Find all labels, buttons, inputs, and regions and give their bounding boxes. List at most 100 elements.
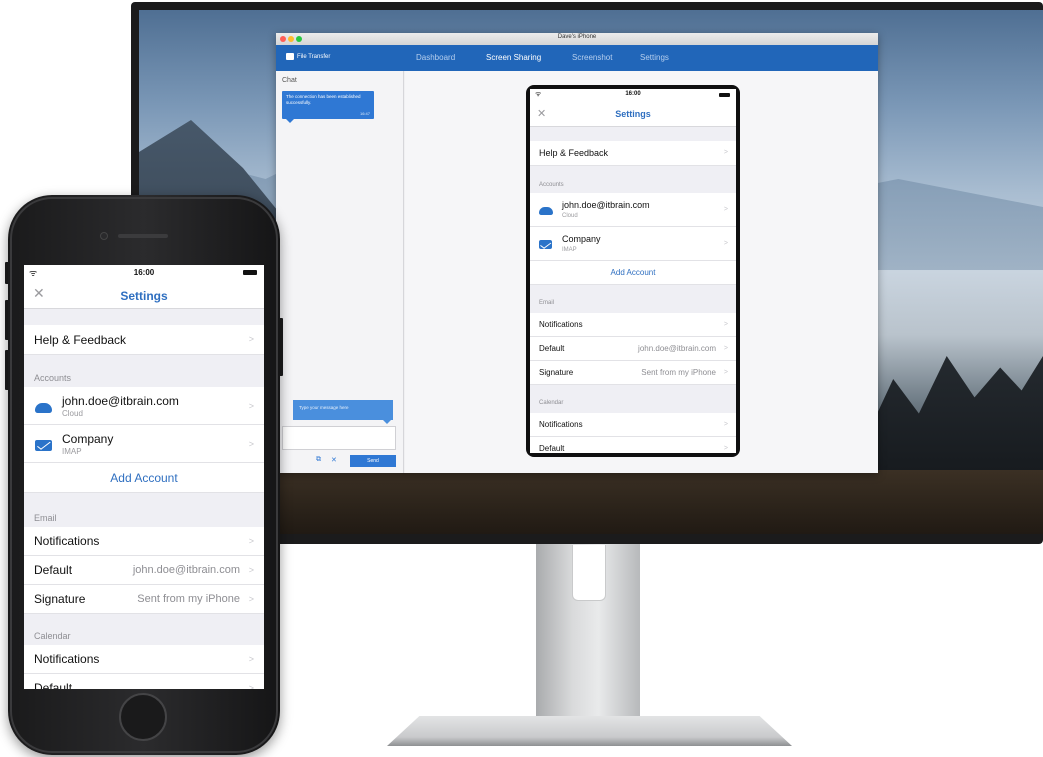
account-name: Company xyxy=(562,234,601,244)
add-account-button[interactable]: Add Account xyxy=(530,268,736,277)
email-default-row[interactable]: Default john.doe@itbrain.com > xyxy=(530,337,736,361)
status-bar: ᯤ 16:00 xyxy=(530,89,736,101)
help-feedback-label: Help & Feedback xyxy=(34,333,127,347)
add-account-row[interactable]: Add Account xyxy=(24,463,264,493)
chat-panel: Chat The connection has been established… xyxy=(276,71,404,473)
calendar-default-row[interactable]: Default > xyxy=(530,437,736,453)
battery-icon xyxy=(243,270,257,275)
phone-screen: ᯤ 16:00 ✕ Settings Help & Feedback > Acc… xyxy=(24,265,264,689)
account-name: john.doe@itbrain.com xyxy=(562,200,650,210)
top-navbar: File Transfer Dashboard Screen Sharing S… xyxy=(276,45,878,71)
account-name: john.doe@itbrain.com xyxy=(62,394,179,408)
emoji-icon[interactable]: ✕ xyxy=(331,456,337,464)
monitor-stand-cable-hole xyxy=(572,545,606,601)
accounts-section-header: Accounts xyxy=(539,182,564,188)
row-value: john.doe@itbrain.com xyxy=(132,564,240,576)
file-transfer-icon xyxy=(286,53,294,60)
chevron-right-icon: > xyxy=(723,321,728,328)
account-type: Cloud xyxy=(562,213,578,219)
message-input[interactable] xyxy=(282,426,396,450)
email-signature-row[interactable]: Signature Sent from my iPhone > xyxy=(24,585,264,614)
account-type: IMAP xyxy=(62,447,82,456)
chevron-right-icon: > xyxy=(248,594,254,604)
chevron-right-icon: > xyxy=(248,683,254,689)
chevron-right-icon: > xyxy=(723,240,728,247)
tab-settings[interactable]: Settings xyxy=(640,53,669,62)
account-name: Company xyxy=(62,432,114,446)
help-feedback-label: Help & Feedback xyxy=(539,148,609,158)
row-value: Sent from my iPhone xyxy=(137,593,240,605)
account-type: IMAP xyxy=(562,247,577,253)
front-camera xyxy=(100,232,108,240)
chevron-right-icon: > xyxy=(248,565,254,575)
chat-bubble-tail xyxy=(286,119,294,123)
cloud-icon xyxy=(539,207,553,215)
chevron-right-icon: > xyxy=(248,334,254,344)
account-row-company[interactable]: Company IMAP > xyxy=(24,425,264,463)
brand-label: File Transfer xyxy=(297,53,331,60)
cloud-icon xyxy=(35,403,52,413)
chevron-right-icon: > xyxy=(248,654,254,664)
settings-title: Settings xyxy=(615,109,651,119)
chevron-right-icon: > xyxy=(723,345,728,352)
row-label: Signature xyxy=(539,368,574,377)
row-label: Notifications xyxy=(539,420,583,429)
row-label: Signature xyxy=(34,592,86,606)
calendar-notifications-row[interactable]: Notifications > xyxy=(24,645,264,674)
tab-screen-sharing[interactable]: Screen Sharing xyxy=(486,53,541,62)
home-button[interactable] xyxy=(119,693,167,741)
account-type: Cloud xyxy=(62,409,83,418)
account-row-company[interactable]: Company IMAP > xyxy=(530,227,736,261)
chat-message-time: 16:47 xyxy=(359,111,370,116)
email-section-header: Email xyxy=(539,300,555,306)
row-label: Notifications xyxy=(539,320,583,329)
window-titlebar: Dave's iPhone xyxy=(276,33,878,45)
row-label: Default xyxy=(34,563,73,577)
settings-header: ✕ Settings xyxy=(24,281,264,309)
email-section-header: Email xyxy=(34,513,57,523)
battery-icon xyxy=(719,93,730,97)
chevron-right-icon: > xyxy=(248,536,254,546)
message-bubble-tail xyxy=(383,420,391,424)
chevron-right-icon: > xyxy=(723,445,728,452)
calendar-section-header: Calendar xyxy=(539,400,564,406)
chevron-right-icon: > xyxy=(723,369,728,376)
account-row-cloud[interactable]: john.doe@itbrain.com Cloud > xyxy=(530,193,736,227)
row-label: Notifications xyxy=(34,534,100,548)
chevron-right-icon: > xyxy=(723,206,728,213)
email-default-row[interactable]: Default john.doe@itbrain.com > xyxy=(24,556,264,585)
window-title: Dave's iPhone xyxy=(557,34,597,40)
calendar-section-header: Calendar xyxy=(34,631,71,641)
attach-image-icon[interactable]: ⧉ xyxy=(316,456,321,464)
email-signature-row[interactable]: Signature Sent from my iPhone > xyxy=(530,361,736,385)
email-notifications-row[interactable]: Notifications > xyxy=(24,527,264,556)
chevron-right-icon: > xyxy=(723,421,728,428)
row-label: Notifications xyxy=(34,652,100,666)
tab-screenshot[interactable]: Screenshot xyxy=(572,53,612,62)
send-button[interactable]: Send xyxy=(350,455,396,467)
status-time: 16:00 xyxy=(625,91,641,97)
app-brand[interactable]: File Transfer xyxy=(286,53,330,60)
account-row-cloud[interactable]: john.doe@itbrain.com Cloud > xyxy=(24,387,264,425)
calendar-notifications-row[interactable]: Notifications > xyxy=(530,413,736,437)
status-bar: ᯤ 16:00 xyxy=(24,265,264,281)
settings-header: ✕ Settings xyxy=(530,101,736,127)
chat-message-received: The connection has been established succ… xyxy=(282,91,374,119)
email-notifications-row[interactable]: Notifications > xyxy=(530,313,736,337)
earpiece-speaker xyxy=(118,234,168,238)
mail-icon xyxy=(539,240,552,249)
accounts-section-header: Accounts xyxy=(34,373,72,383)
add-account-row[interactable]: Add Account xyxy=(530,261,736,285)
help-feedback-row[interactable]: Help & Feedback > xyxy=(24,325,264,355)
help-feedback-row[interactable]: Help & Feedback > xyxy=(530,141,736,166)
mail-icon xyxy=(35,440,52,451)
chevron-right-icon: > xyxy=(723,149,728,156)
chat-message-text: The connection has been established succ… xyxy=(286,94,361,105)
calendar-default-row[interactable]: Default > xyxy=(24,674,264,689)
row-label: Default xyxy=(539,444,565,453)
chat-title: Chat xyxy=(282,77,297,84)
tab-dashboard[interactable]: Dashboard xyxy=(416,53,455,62)
status-time: 16:00 xyxy=(133,268,155,277)
add-account-button[interactable]: Add Account xyxy=(24,471,264,485)
row-value: john.doe@itbrain.com xyxy=(638,344,716,353)
